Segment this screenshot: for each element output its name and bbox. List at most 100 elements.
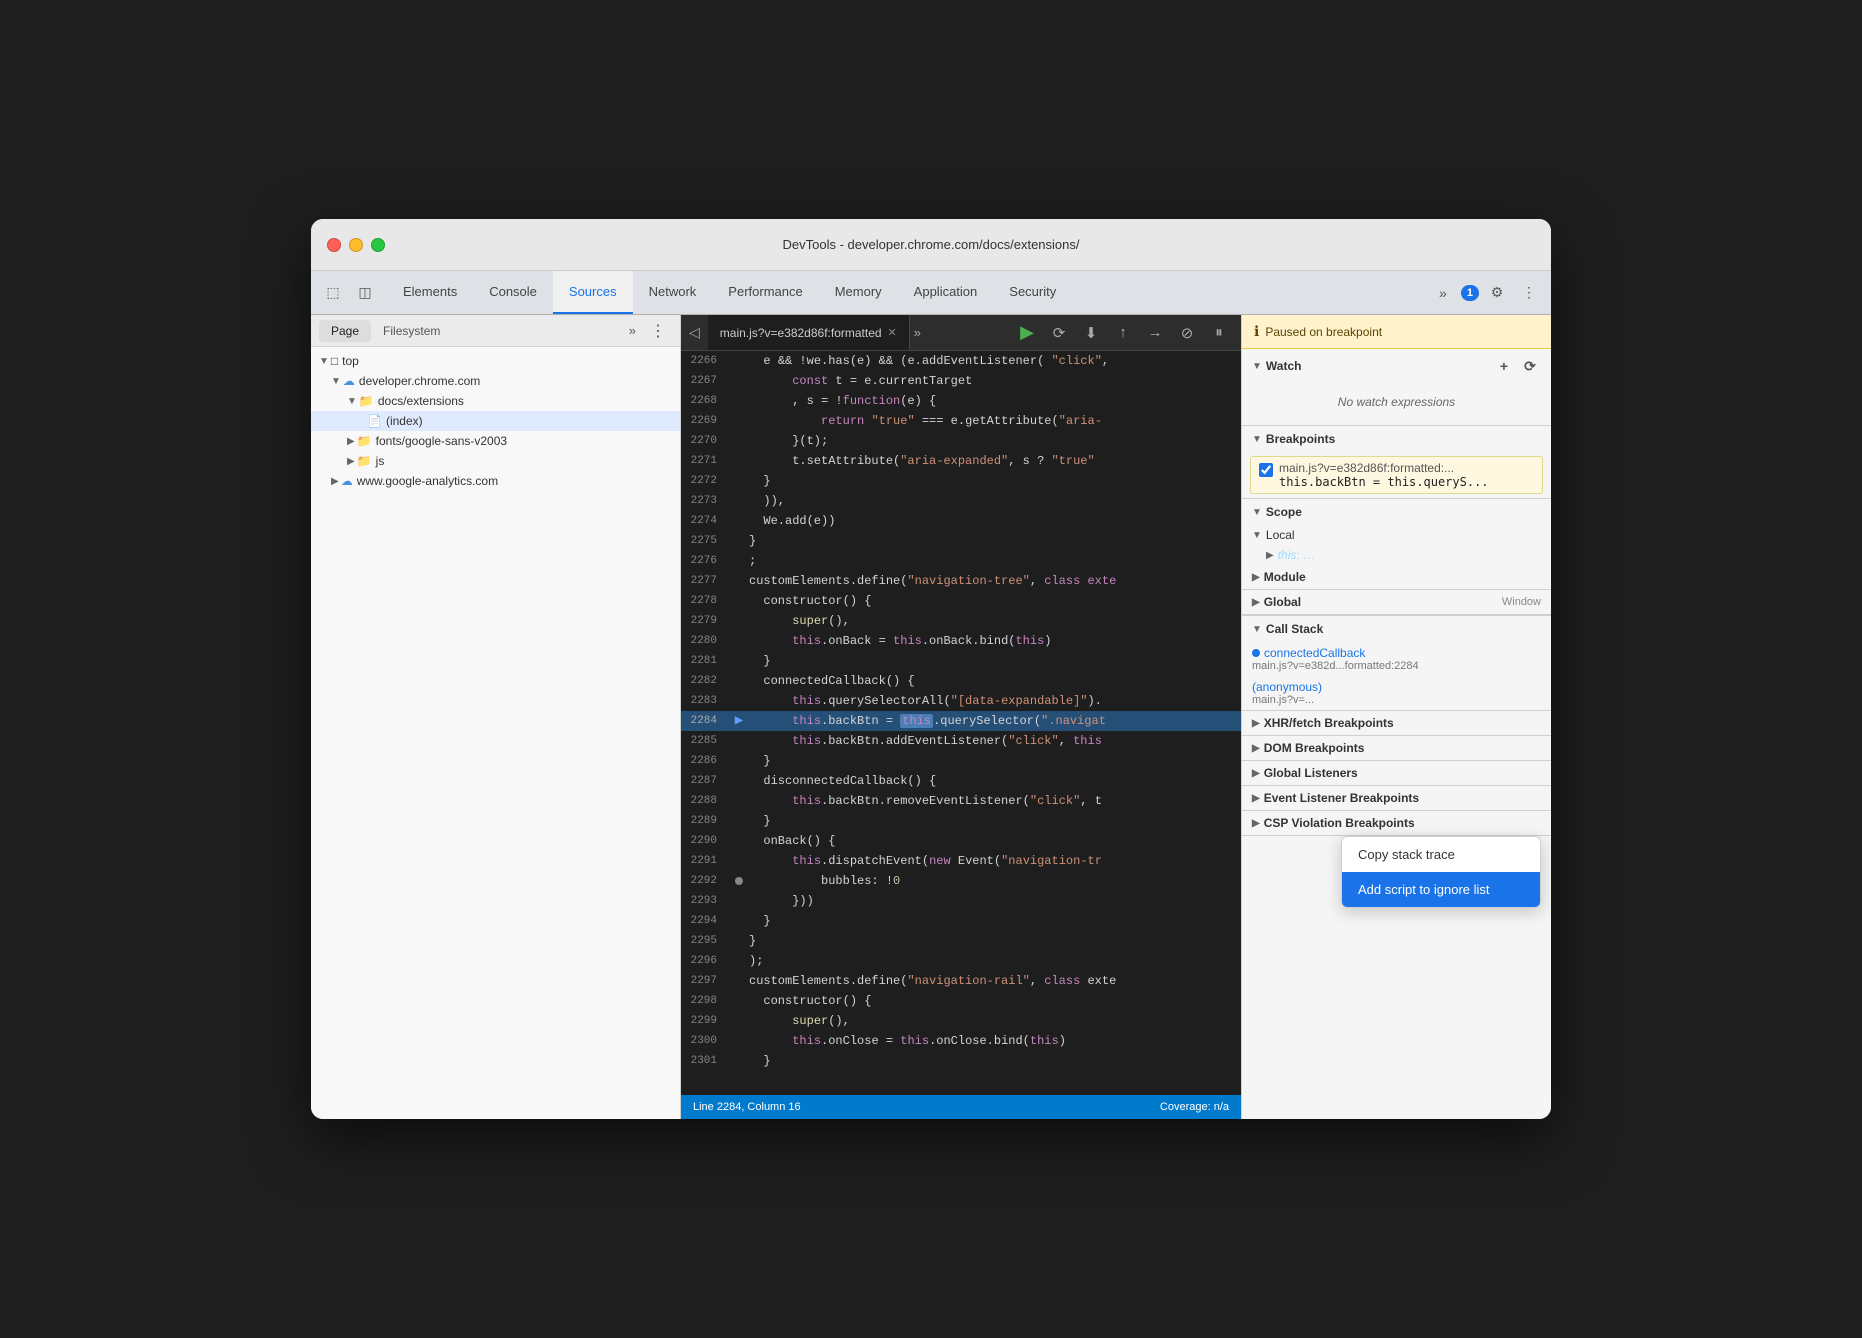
scope-local[interactable]: ▼ Local (1242, 525, 1551, 545)
watch-header[interactable]: ▼ Watch + ⟳ (1242, 349, 1551, 383)
tabbar-right: » 1 ⚙ ⋮ (1421, 271, 1551, 314)
tab-security[interactable]: Security (993, 271, 1072, 314)
copy-stack-trace-item[interactable]: Copy stack trace (1342, 837, 1540, 872)
info-icon: ℹ (1254, 323, 1259, 340)
more-tabs-icon[interactable]: » (914, 315, 921, 350)
code-line-2269: 2269 return "true" === e.getAttribute("a… (681, 411, 1241, 431)
tree-item-index[interactable]: 📄 (index) (311, 411, 680, 431)
dom-breakpoints-section[interactable]: ▶ DOM Breakpoints (1242, 736, 1551, 761)
stack-item-1[interactable]: (anonymous) main.js?v=... (1242, 676, 1551, 710)
close-tab-icon[interactable]: ✕ (888, 326, 897, 339)
local-arrow-icon: ▼ (1252, 530, 1262, 541)
tab-memory[interactable]: Memory (819, 271, 898, 314)
scope-this[interactable]: ▶ this: … (1242, 545, 1551, 565)
module-arrow-icon: ▶ (1252, 572, 1260, 583)
tab-filesystem[interactable]: Filesystem (371, 320, 452, 342)
folder-icon: 📁 (359, 394, 374, 408)
watch-arrow-icon: ▼ (1252, 361, 1262, 372)
event-listener-breakpoints-section[interactable]: ▶ Event Listener Breakpoints (1242, 786, 1551, 811)
dom-arrow-icon: ▶ (1252, 743, 1260, 754)
close-button[interactable] (327, 238, 341, 252)
code-line-2290: 2290 onBack() { (681, 831, 1241, 851)
tab-sources[interactable]: Sources (553, 271, 633, 314)
tab-application[interactable]: Application (898, 271, 994, 314)
titlebar: DevTools - developer.chrome.com/docs/ext… (311, 219, 1551, 271)
domain-icon: ☁ (343, 374, 355, 388)
tab-network[interactable]: Network (633, 271, 713, 314)
breakpoint-item: main.js?v=e382d86f:formatted:... this.ba… (1250, 456, 1543, 494)
sidebar-toggle-icon[interactable]: ◁ (681, 315, 708, 350)
module-label: Module (1264, 570, 1306, 584)
panel-tabs-more[interactable]: » (625, 319, 640, 342)
panel-menu-icon[interactable]: ⋮ (644, 317, 672, 345)
code-line-2272: 2272 } (681, 471, 1241, 491)
add-watch-icon[interactable]: + (1493, 355, 1515, 377)
tree-item-docs[interactable]: ▼ 📁 docs/extensions (311, 391, 680, 411)
notification-badge: 1 (1461, 285, 1479, 301)
maximize-button[interactable] (371, 238, 385, 252)
menu-icon[interactable]: ⋮ (1515, 279, 1543, 307)
tree-item-analytics[interactable]: ▶ ☁ www.google-analytics.com (311, 471, 680, 491)
more-tabs-icon[interactable]: » (1429, 279, 1457, 307)
stack-item-0[interactable]: connectedCallback main.js?v=e382d...form… (1242, 642, 1551, 676)
bp-code: this.backBtn = this.queryS... (1279, 475, 1489, 489)
execution-arrow-icon: ▶ (735, 711, 743, 731)
devtools-window: DevTools - developer.chrome.com/docs/ext… (311, 219, 1551, 1119)
code-line-2270: 2270 }(t); (681, 431, 1241, 451)
global-label: Global (1264, 595, 1301, 609)
code-line-2284: 2284 ▶ this.backBtn = this.querySelector… (681, 711, 1241, 731)
pause-exceptions-icon[interactable]: ⏸ (1205, 319, 1233, 347)
inspect-icon[interactable]: ◫ (351, 279, 379, 307)
code-line-2286: 2286 } (681, 751, 1241, 771)
tab-elements[interactable]: Elements (387, 271, 473, 314)
deactivate-icon[interactable]: ⊘ (1173, 319, 1201, 347)
pause-icon[interactable]: ⟳ (1045, 319, 1073, 347)
step-into-icon[interactable]: ↑ (1109, 319, 1137, 347)
xhr-breakpoints-section[interactable]: ▶ XHR/fetch Breakpoints (1242, 711, 1551, 736)
step-out-icon[interactable]: → (1141, 319, 1169, 347)
code-lines: 2266 e && !we.has(e) && (e.addEventListe… (681, 351, 1241, 1091)
line-col-status: Line 2284, Column 16 (693, 1101, 801, 1113)
bp-checkbox[interactable] (1259, 463, 1273, 477)
tree-item-js[interactable]: ▶ 📁 js (311, 451, 680, 471)
code-line-2285: 2285 this.backBtn.addEventListener("clic… (681, 731, 1241, 751)
minimize-button[interactable] (349, 238, 363, 252)
scope-header[interactable]: ▼ Scope (1242, 499, 1551, 525)
stack-fn-name-1: (anonymous) (1252, 680, 1541, 694)
watch-actions: + ⟳ (1493, 355, 1541, 377)
code-line-2294: 2294 } (681, 911, 1241, 931)
tree-item-top[interactable]: ▼ □ top (311, 351, 680, 371)
code-line-2280: 2280 this.onBack = this.onBack.bind(this… (681, 631, 1241, 651)
csp-breakpoints-section[interactable]: ▶ CSP Violation Breakpoints (1242, 811, 1551, 836)
watch-empty-text: No watch expressions (1250, 387, 1543, 417)
event-arrow-icon: ▶ (1252, 793, 1260, 804)
tab-performance[interactable]: Performance (712, 271, 818, 314)
tab-console[interactable]: Console (473, 271, 553, 314)
tab-page[interactable]: Page (319, 320, 371, 342)
editor-toolbar: ▶ ⟳ ⬇ ↑ → ⊘ ⏸ (1005, 315, 1241, 350)
callstack-label: Call Stack (1266, 622, 1323, 636)
code-line-2291: 2291 this.dispatchEvent(new Event("navig… (681, 851, 1241, 871)
play-icon[interactable]: ▶ (1013, 319, 1041, 347)
code-line-2266: 2266 e && !we.has(e) && (e.addEventListe… (681, 351, 1241, 371)
code-container[interactable]: 2266 e && !we.has(e) && (e.addEventListe… (681, 351, 1241, 1095)
refresh-watch-icon[interactable]: ⟳ (1519, 355, 1541, 377)
global-listeners-section[interactable]: ▶ Global Listeners (1242, 761, 1551, 786)
domain-icon: ☁ (341, 474, 353, 488)
callstack-header[interactable]: ▼ Call Stack (1242, 616, 1551, 642)
editor-tab-main[interactable]: main.js?v=e382d86f:formatted ✕ (708, 315, 910, 350)
add-to-ignore-list-item[interactable]: Add script to ignore list (1342, 872, 1540, 907)
tree-item-chrome[interactable]: ▼ ☁ developer.chrome.com (311, 371, 680, 391)
arrow-icon: ▶ (347, 436, 355, 447)
scope-arrow-icon: ▼ (1252, 507, 1262, 518)
breakpoints-header[interactable]: ▼ Breakpoints (1242, 426, 1551, 452)
window-title: DevTools - developer.chrome.com/docs/ext… (783, 237, 1080, 252)
settings-icon[interactable]: ⚙ (1483, 279, 1511, 307)
csp-label: CSP Violation Breakpoints (1264, 816, 1415, 830)
scope-module[interactable]: ▶ Module (1242, 565, 1551, 590)
scope-global[interactable]: ▶ Global Window (1242, 590, 1551, 615)
cursor-icon[interactable]: ⬚ (319, 279, 347, 307)
step-over-icon[interactable]: ⬇ (1077, 319, 1105, 347)
tree-item-fonts[interactable]: ▶ 📁 fonts/google-sans-v2003 (311, 431, 680, 451)
arrow-icon: ▼ (347, 396, 357, 407)
